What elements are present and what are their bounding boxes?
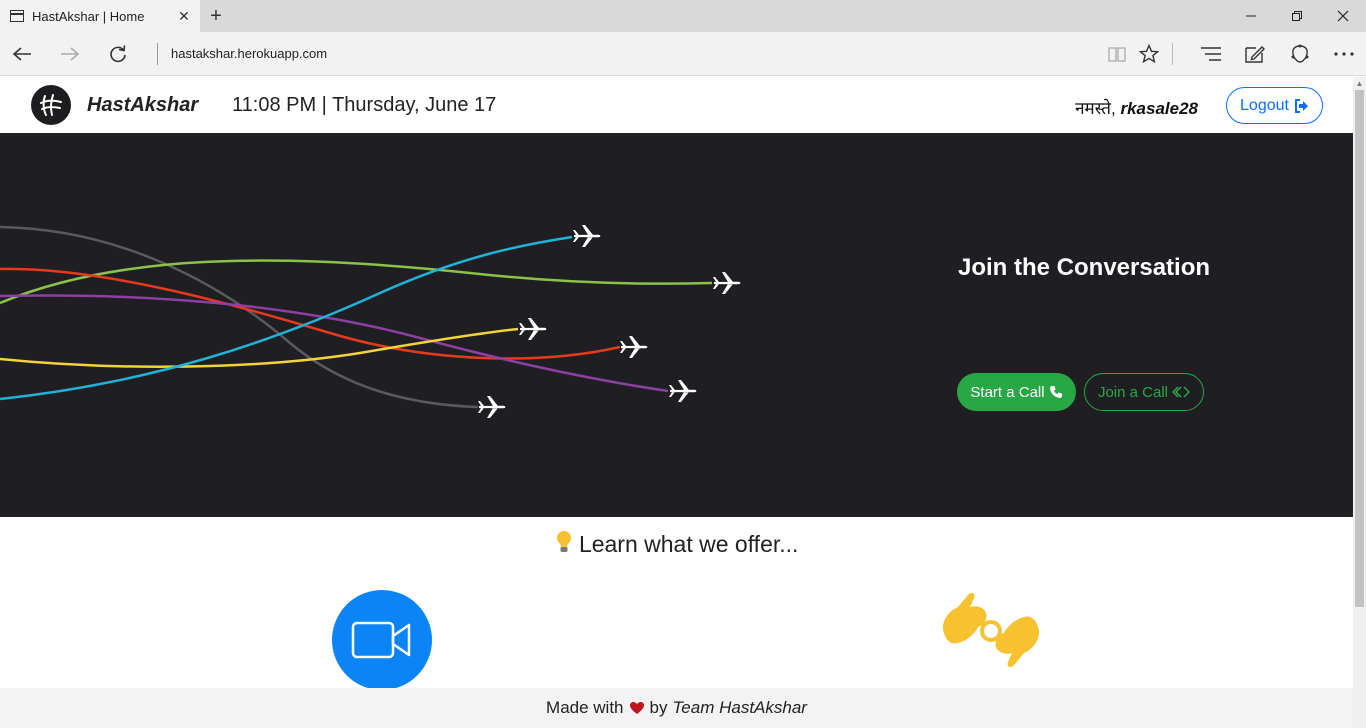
join-code-icon: [1172, 386, 1191, 398]
airplane-icon: [620, 336, 648, 358]
logout-button[interactable]: Logout: [1226, 87, 1323, 124]
phone-icon: [1049, 386, 1062, 398]
refresh-icon[interactable]: [102, 38, 134, 70]
back-arrow-icon[interactable]: [6, 38, 38, 70]
web-page: HastAkshar 11:08 PM | Thursday, June 17 …: [0, 77, 1353, 728]
video-camera-icon: [351, 621, 411, 659]
airplane-trail: [0, 294, 669, 393]
join-call-label: Join a Call: [1097, 383, 1169, 401]
current-datetime: 11:08 PM | Thursday, June 17: [232, 94, 497, 116]
restore-icon[interactable]: [1274, 0, 1320, 32]
light-bulb-icon: [555, 530, 573, 560]
start-call-button[interactable]: Start a Call: [957, 373, 1076, 411]
close-window-icon[interactable]: [1320, 0, 1366, 32]
scroll-up-arrow-icon[interactable]: ▲: [1353, 77, 1366, 89]
web-note-icon[interactable]: [1241, 40, 1269, 68]
logout-label: Logout: [1240, 96, 1289, 114]
more-options-icon[interactable]: [1330, 40, 1358, 68]
brand-name[interactable]: HastAkshar: [87, 94, 198, 117]
username: rkasale28: [1120, 99, 1198, 118]
divider: [157, 43, 158, 65]
join-call-button[interactable]: Join a Call: [1084, 373, 1204, 411]
sign-language-feature: [936, 587, 1046, 673]
page-icon: [10, 10, 24, 22]
airplane-icon: [573, 225, 601, 247]
airplane-icon: [713, 272, 741, 294]
airplane-trail: [0, 327, 519, 368]
airplane-trail: [0, 225, 479, 409]
offer-section-title: Learn what we offer...: [0, 530, 1353, 560]
reading-view-icon[interactable]: [1103, 40, 1131, 68]
user-greeting: नमस्ते, rkasale28: [1075, 96, 1198, 119]
offer-title-text: Learn what we offer...: [578, 531, 799, 557]
heart-icon: [629, 702, 644, 714]
browser-address-bar: hastakshar.herokuapp.com: [0, 32, 1366, 76]
minimize-icon[interactable]: [1228, 0, 1274, 32]
airplane-trails-illustration: [0, 225, 741, 418]
sign-language-hands-icon: [942, 592, 1040, 668]
greeting-text: नमस्ते,: [1075, 99, 1116, 118]
share-icon[interactable]: [1286, 40, 1314, 68]
close-tab-icon[interactable]: ✕: [174, 6, 194, 26]
airplane-icon: [478, 396, 506, 418]
hastakshar-logo-icon[interactable]: [31, 85, 71, 125]
new-tab-button[interactable]: +: [204, 4, 228, 28]
hero-banner: Join the Conversation Start a Call Join …: [0, 133, 1353, 517]
footer-by: by: [649, 698, 668, 717]
tab-title: HastAkshar | Home: [32, 8, 145, 24]
favorite-star-icon[interactable]: [1135, 40, 1163, 68]
airplane-icon: [669, 380, 697, 402]
video-call-feature: [332, 590, 432, 690]
browser-tab-bar: HastAkshar | Home ✕ +: [0, 0, 1366, 32]
sign-out-icon: [1294, 98, 1308, 113]
airplane-icon: [519, 318, 547, 340]
site-navbar: HastAkshar 11:08 PM | Thursday, June 17 …: [0, 77, 1353, 133]
page-footer: Made with by Team HastAkshar: [0, 688, 1353, 728]
footer-made-with: Made with: [546, 698, 624, 717]
browser-tab[interactable]: HastAkshar | Home ✕: [0, 0, 200, 32]
hero-title: Join the Conversation: [958, 254, 1211, 281]
forward-arrow-icon[interactable]: [54, 38, 86, 70]
vertical-scrollbar[interactable]: ▲: [1353, 77, 1366, 728]
divider: [1172, 43, 1173, 65]
start-call-label: Start a Call: [970, 383, 1045, 401]
footer-team: Team HastAkshar: [672, 698, 807, 717]
url-field[interactable]: hastakshar.herokuapp.com: [171, 46, 327, 61]
hub-icon[interactable]: [1197, 40, 1225, 68]
scrollbar-thumb[interactable]: [1355, 90, 1364, 607]
